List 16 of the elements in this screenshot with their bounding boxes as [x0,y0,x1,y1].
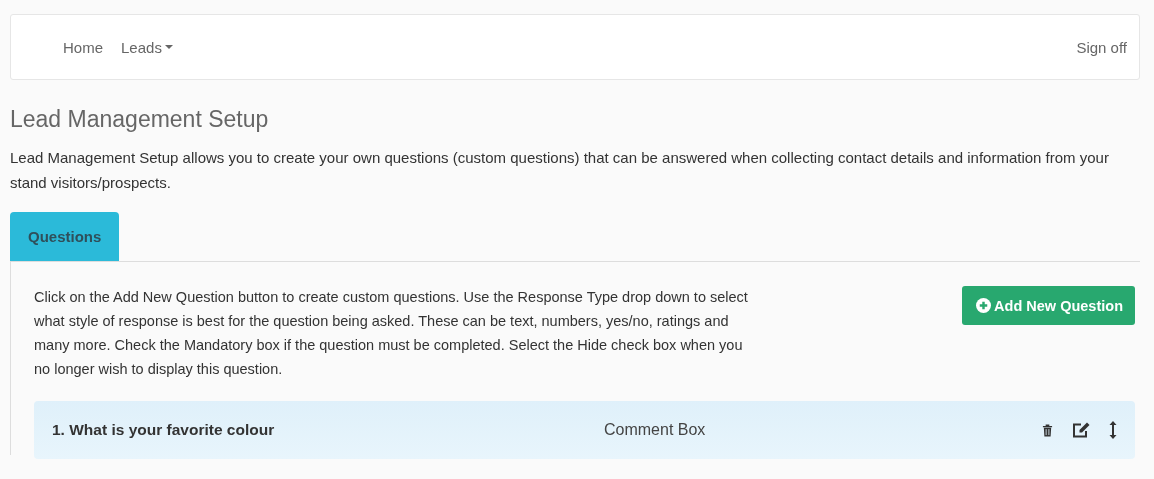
dropdown-link[interactable]: Leads [121,38,191,56]
caret-icon [164,45,173,49]
question-row[interactable]: 1. What is your favorite colour Comment Box [34,401,1135,459]
page-description: Lead Management Setup allows you to create your own questions (custom questions) that can be answered when collecting contact details and information from your stand visitors/prospects. [10,148,1110,193]
response-type: Comment Box [604,421,707,439]
tab[interactable]: Questions [10,212,120,261]
add-question-button[interactable]: Add New Question [962,286,1135,325]
instructions-text: Click on the Add New Question button to create custom questions. Use the Response Type drop down to select what style of response is best for the question being asked. These can be text, numbers, yes/no, ratings and many more. Check the Mandatory box if the question must be completed. Select the Hide check box when you no longer wish to display this question. [34,288,749,379]
edit-icon[interactable] [1072,422,1090,438]
sign-off-link[interactable]: Sign off [1076,38,1127,56]
trash-icon[interactable] [1042,423,1053,437]
page-title: Lead Management Setup [10,106,270,133]
nav-link[interactable]: Home [63,38,121,56]
vertical-resize-icon[interactable] [1109,421,1117,439]
question-title: 1. What is your favorite colour [52,421,276,439]
plus-circle-icon [976,298,992,313]
